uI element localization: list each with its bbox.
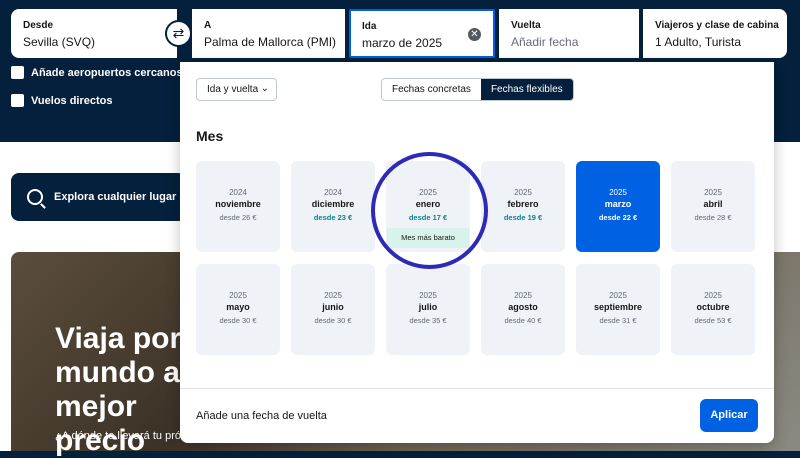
month-year: 2025	[704, 188, 722, 197]
month-year: 2025	[229, 291, 247, 300]
trip-type-value: Ida y vuelta	[207, 84, 259, 95]
swap-icon[interactable]: ⇄	[165, 20, 192, 47]
month-year: 2025	[704, 291, 722, 300]
month-card-agosto[interactable]: 2025 agosto desde 40 €	[481, 264, 565, 355]
explore-button[interactable]: Explora cualquier lugar	[11, 173, 186, 221]
globe-search-icon	[27, 189, 43, 205]
picker-footer: Añade una fecha de vuelta Aplicar	[180, 388, 774, 443]
month-price: desde 35 €	[409, 316, 447, 325]
month-section-title: Mes	[196, 128, 224, 144]
origin-field[interactable]: Desde Sevilla (SVQ)	[11, 9, 177, 58]
month-year: 2025	[609, 188, 627, 197]
month-card-diciembre[interactable]: 2024 diciembre desde 23 €	[291, 161, 375, 252]
month-year: 2025	[609, 291, 627, 300]
month-card-febrero[interactable]: 2025 febrero desde 19 €	[481, 161, 565, 252]
month-name: marzo	[604, 199, 632, 209]
month-price: desde 23 €	[313, 213, 353, 222]
month-year: 2025	[419, 291, 437, 300]
month-price: desde 30 €	[314, 316, 352, 325]
direct-flights-checkbox[interactable]: Vuelos directos	[11, 94, 113, 107]
month-year: 2024	[324, 188, 342, 197]
month-price: desde 22 €	[598, 213, 638, 222]
direct-flights-label: Vuelos directos	[31, 94, 113, 107]
month-name: junio	[322, 302, 344, 312]
month-card-septiembre[interactable]: 2025 septiembre desde 31 €	[576, 264, 660, 355]
destination-value: Palma de Mallorca (PMI)	[204, 35, 337, 49]
tab-flexible-dates[interactable]: Fechas flexibles	[480, 79, 573, 100]
return-placeholder: Añadir fecha	[511, 35, 579, 49]
month-name: mayo	[226, 302, 250, 312]
destination-label: A	[204, 20, 212, 31]
month-name: diciembre	[311, 199, 355, 209]
month-price: desde 17 €	[408, 213, 448, 222]
month-name: julio	[418, 302, 438, 312]
month-card-mayo[interactable]: 2025 mayo desde 30 €	[196, 264, 280, 355]
date-mode-toggle: Fechas concretas Fechas flexibles	[381, 78, 574, 101]
month-price: desde 19 €	[503, 213, 543, 222]
month-card-junio[interactable]: 2025 junio desde 30 €	[291, 264, 375, 355]
month-card-octubre[interactable]: 2025 octubre desde 53 €	[671, 264, 755, 355]
return-date-field[interactable]: Vuelta Añadir fecha	[499, 9, 639, 58]
add-return-date-hint: Añade una fecha de vuelta	[196, 410, 327, 422]
month-year: 2025	[324, 291, 342, 300]
month-price: desde 53 €	[694, 316, 732, 325]
month-year: 2025	[514, 291, 532, 300]
month-year: 2025	[514, 188, 532, 197]
depart-date-field[interactable]: Ida marzo de 2025 ✕	[349, 9, 495, 58]
month-name: noviembre	[215, 199, 261, 209]
travellers-field[interactable]: Viajeros y clase de cabina 1 Adulto, Tur…	[643, 9, 787, 58]
month-price: desde 28 €	[694, 213, 732, 222]
origin-value: Sevilla (SVQ)	[23, 35, 96, 49]
month-grid: 2024 noviembre desde 26 € 2024 diciembre desd…	[196, 161, 757, 355]
month-price: desde 31 €	[599, 316, 637, 325]
cheapest-month-badge: Mes más barato	[387, 228, 469, 248]
destination-field[interactable]: A Palma de Mallorca (PMI)	[192, 9, 345, 58]
trip-type-select[interactable]: Ida y vuelta ⌄	[196, 78, 277, 101]
month-name: septiembre	[593, 302, 643, 312]
month-name: abril	[703, 199, 723, 209]
month-card-abril[interactable]: 2025 abril desde 28 €	[671, 161, 755, 252]
month-card-noviembre[interactable]: 2024 noviembre desde 26 €	[196, 161, 280, 252]
explore-label: Explora cualquier lugar	[54, 191, 177, 203]
date-picker-panel: Ida y vuelta ⌄ Fechas concretas Fechas f…	[180, 62, 774, 443]
travellers-value: 1 Adulto, Turista	[655, 35, 742, 49]
month-price: desde 26 €	[219, 213, 257, 222]
apply-button[interactable]: Aplicar	[700, 399, 758, 432]
checkbox-box[interactable]	[11, 94, 24, 107]
clear-icon[interactable]: ✕	[468, 28, 481, 41]
month-year: 2024	[229, 188, 247, 197]
travellers-label: Viajeros y clase de cabina	[655, 20, 779, 31]
month-name: febrero	[507, 199, 539, 209]
month-name: agosto	[508, 302, 538, 312]
month-price: desde 40 €	[504, 316, 542, 325]
month-card-marzo[interactable]: 2025 marzo desde 22 €	[576, 161, 660, 252]
month-price: desde 30 €	[219, 316, 257, 325]
month-card-julio[interactable]: 2025 julio desde 35 €	[386, 264, 470, 355]
month-name: enero	[415, 199, 441, 209]
return-label: Vuelta	[511, 20, 541, 31]
month-year: 2025	[419, 188, 437, 197]
month-card-enero[interactable]: 2025 enero desde 17 € Mes más barato	[386, 161, 470, 252]
chevron-down-icon: ⌄	[260, 83, 269, 94]
origin-label: Desde	[23, 20, 54, 31]
checkbox-box[interactable]	[11, 66, 24, 79]
tab-specific-dates[interactable]: Fechas concretas	[382, 79, 481, 100]
nearby-airports-label: Añade aeropuertos cercanos	[31, 66, 183, 79]
month-name: octubre	[696, 302, 730, 312]
nearby-airports-checkbox[interactable]: Añade aeropuertos cercanos	[11, 66, 183, 79]
